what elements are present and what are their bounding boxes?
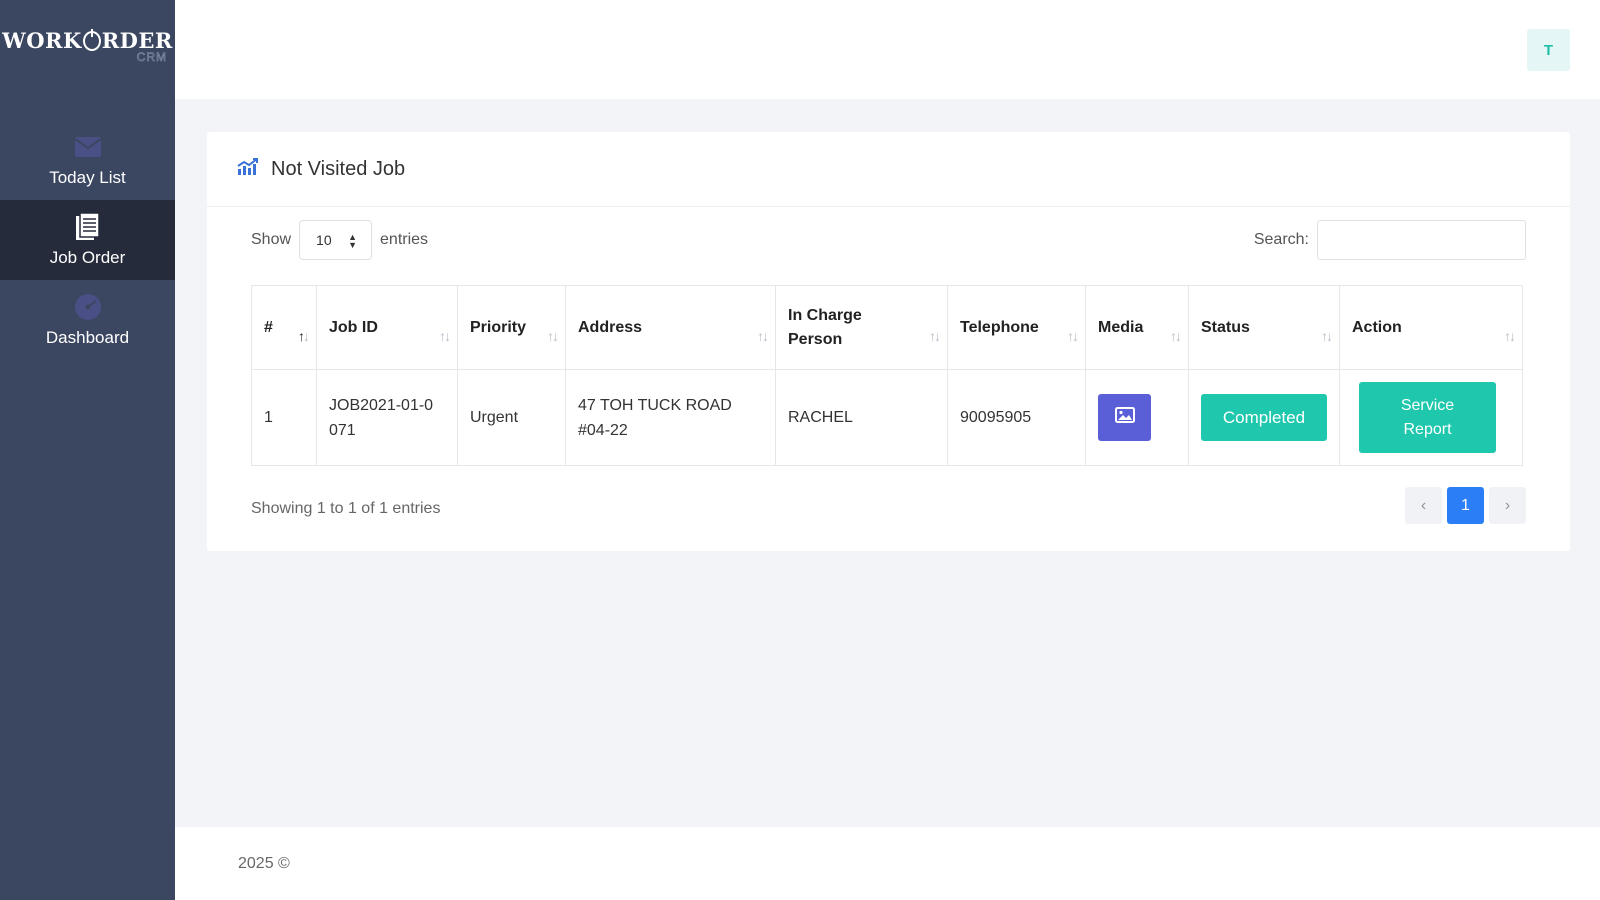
column-header-label: Address <box>578 318 643 336</box>
sidebar-item-job-order[interactable]: Job Order <box>0 200 175 280</box>
sidebar: WORK RDER CRM Today List Job Order Dashbo… <box>0 0 175 900</box>
column-header-address[interactable]: Address ↑↓ <box>565 285 776 370</box>
card-header: Not Visited Job <box>207 132 1570 207</box>
column-header-label: Media <box>1098 318 1144 336</box>
column-header-label: Job ID <box>329 318 378 336</box>
cell-status: Completed <box>1188 369 1340 466</box>
show-label: Show <box>251 231 292 248</box>
brand-name-left: WORK <box>2 28 82 53</box>
job-id-text: JOB2021-01-0071 <box>329 396 434 439</box>
sort-icon: ↑↓ <box>1504 328 1516 344</box>
entries-label: entries <box>380 231 429 248</box>
column-header-media[interactable]: Media ↑↓ <box>1085 285 1189 370</box>
sidebar-item-today-list[interactable]: Today List <box>0 120 175 200</box>
entries-select[interactable]: 10 ▲ ▼ <box>299 220 373 260</box>
sort-icon: ↑↓ <box>547 328 559 344</box>
sort-icon: ↑↓ <box>757 328 769 344</box>
sidebar-item-label: Today List <box>49 168 126 187</box>
column-header-num[interactable]: # ↑↓ <box>251 285 317 370</box>
user-avatar[interactable]: T <box>1527 29 1570 71</box>
address-text: 47 TOH TUCK ROAD #04-22 <box>578 396 732 439</box>
table-row: 1 JOB2021-01-0071 Urgent 47 TOH TUCK ROA… <box>251 369 1523 466</box>
top-header: T <box>175 0 1600 99</box>
cell-num: 1 <box>251 369 317 466</box>
service-report-button[interactable]: Service Report <box>1359 382 1496 453</box>
power-ring-icon <box>82 29 101 51</box>
cell-action: Service Report <box>1339 369 1523 466</box>
column-header-label: In Charge Person <box>788 306 862 348</box>
sidebar-item-dashboard[interactable]: Dashboard <box>0 280 175 360</box>
column-header-action[interactable]: Action ↑↓ <box>1339 285 1523 370</box>
table-controls: Show 10 ▲ ▼ entries Search: <box>251 220 1526 262</box>
image-icon <box>1114 407 1135 428</box>
status-completed-button[interactable]: Completed <box>1201 394 1327 441</box>
pagination-previous-button[interactable]: ‹ <box>1405 487 1442 524</box>
pagination-page-1[interactable]: 1 <box>1447 487 1484 524</box>
column-header-label: Action <box>1352 318 1402 336</box>
pagination-next-button[interactable]: › <box>1489 487 1526 524</box>
card-title: Not Visited Job <box>271 157 406 180</box>
cell-telephone: 90095905 <box>947 369 1086 466</box>
sort-icon: ↑↓ <box>1170 328 1182 344</box>
sort-icon: ↑↓ <box>929 328 941 344</box>
sidebar-nav: Today List Job Order Dashboard <box>0 120 175 360</box>
pagination: ‹ 1 › <box>1405 487 1526 524</box>
media-button[interactable] <box>1098 394 1151 441</box>
entries-length-control: Show 10 ▲ ▼ entries <box>251 220 428 260</box>
sort-icon: ↑↓ <box>439 328 451 344</box>
select-caret-icon: ▲ ▼ <box>348 232 358 250</box>
sidebar-item-label: Dashboard <box>45 328 130 347</box>
cell-media <box>1085 369 1189 466</box>
not-visited-job-card: Not Visited Job Show 10 ▲ ▼ entries Searc… <box>207 132 1570 551</box>
cell-person: RACHEL <box>775 369 948 466</box>
document-icon <box>73 212 103 242</box>
brand-logo[interactable]: WORK RDER CRM <box>0 0 175 92</box>
column-header-priority[interactable]: Priority ↑↓ <box>457 285 566 370</box>
envelope-icon <box>73 132 103 162</box>
entries-select-value: 10 <box>316 232 332 248</box>
column-header-status[interactable]: Status ↑↓ <box>1188 285 1340 370</box>
search-input[interactable] <box>1317 220 1526 260</box>
column-header-label: Telephone <box>960 318 1039 336</box>
search-label: Search: <box>1253 231 1309 248</box>
column-header-telephone[interactable]: Telephone ↑↓ <box>947 285 1086 370</box>
dashboard-icon <box>73 292 103 322</box>
column-header-job-id[interactable]: Job ID ↑↓ <box>316 285 458 370</box>
sidebar-item-label: Job Order <box>49 248 126 267</box>
footer-copyright: 2025 © <box>238 854 290 872</box>
footer: 2025 © <box>175 827 1600 900</box>
brand-subtitle: CRM <box>136 50 167 65</box>
jobs-table: # ↑↓ Job ID ↑↓ Priority ↑↓ Address ↑↓ In Cha… <box>251 285 1523 466</box>
cell-job-id: JOB2021-01-0071 <box>316 369 458 466</box>
sort-icon: ↑↓ <box>1067 328 1079 344</box>
column-header-label: Status <box>1201 318 1250 336</box>
search-control: Search: <box>1254 220 1526 260</box>
sort-asc-icon: ↑↓ <box>298 328 310 344</box>
column-header-label: Priority <box>470 318 527 336</box>
chart-line-icon <box>237 157 259 181</box>
table-info: Showing 1 to 1 of 1 entries <box>251 500 441 517</box>
table-header-row: # ↑↓ Job ID ↑↓ Priority ↑↓ Address ↑↓ In Cha… <box>251 285 1523 370</box>
sort-icon: ↑↓ <box>1321 328 1333 344</box>
column-header-in-charge-person[interactable]: In Charge Person ↑↓ <box>775 285 948 370</box>
column-header-label: # <box>264 318 273 336</box>
cell-priority: Urgent <box>457 369 566 466</box>
cell-address: 47 TOH TUCK ROAD #04-22 <box>565 369 776 466</box>
